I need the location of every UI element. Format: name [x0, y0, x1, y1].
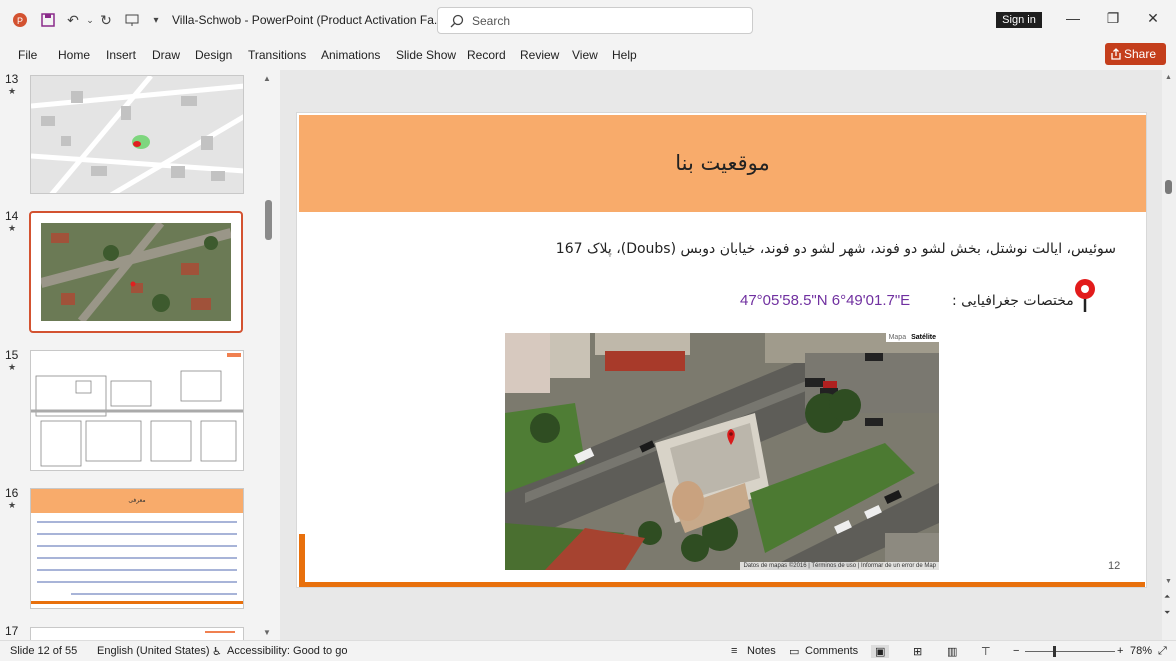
coordinates-value[interactable]: 47°05'58.5"N 6°49'01.7"E	[740, 292, 910, 309]
next-slide-icon[interactable]: ⏷	[1164, 608, 1170, 618]
tab-slide-show[interactable]: Slide Show	[396, 48, 456, 62]
search-placeholder: Search	[472, 14, 511, 28]
aerial-photo	[505, 333, 939, 570]
tab-help[interactable]: Help	[612, 48, 637, 62]
customize-toolbar-icon[interactable]: ▾	[146, 10, 166, 30]
slide-number: 17	[5, 624, 19, 638]
search-box[interactable]: Search	[437, 7, 753, 34]
share-button[interactable]: Share ▾	[1105, 43, 1166, 82]
slide-thumbnail-14-selected[interactable]	[29, 211, 243, 333]
slide-title-band: موقعیت بنا	[299, 115, 1146, 212]
text-lines-thumbnail	[31, 521, 243, 604]
tab-animations[interactable]: Animations	[321, 48, 380, 62]
zoom-slider-track[interactable]	[1025, 651, 1115, 652]
scroll-up-icon[interactable]: ▲	[263, 74, 271, 83]
scroll-up-icon[interactable]: ▲	[1165, 74, 1172, 81]
aerial-thumbnail-image	[39, 220, 233, 324]
accessibility-icon: ♿	[212, 646, 222, 658]
animation-star-icon: ★	[8, 223, 17, 233]
share-label: Share	[1124, 47, 1157, 61]
redo-icon[interactable]: ↻	[96, 10, 116, 30]
slide-counter: Slide 12 of 55	[10, 645, 78, 657]
zoom-in-icon[interactable]: +	[1117, 645, 1123, 657]
orange-bottom-line	[299, 582, 1145, 587]
slide-number-label: 12	[1108, 560, 1121, 572]
map-thumbnail-image	[31, 76, 243, 193]
map-tab-mapa[interactable]: Mapa	[889, 334, 907, 341]
window-title: Villa-Schwob - PowerPoint (Product Activ…	[172, 13, 444, 27]
slide-thumbnail-15[interactable]	[30, 350, 244, 471]
aerial-map-image[interactable]: Mapa Satélite Datos de mapas ©2016 | Tér…	[505, 333, 939, 570]
slide-thumbnail-16[interactable]: معرفی	[30, 488, 244, 609]
title-bar: P ↶ ⌄ ↻ ▾ Villa-Schwob - PowerPoint (Pro…	[0, 0, 1176, 40]
animation-star-icon: ★	[8, 362, 17, 372]
address-text[interactable]: سوئیس، ایالت نوشتل، بخش لشو دو فوند، شهر…	[556, 241, 1116, 257]
tab-review[interactable]: Review	[520, 48, 559, 62]
thumbnail-header: معرفی	[31, 489, 243, 513]
slide-number: 15	[5, 348, 19, 362]
tab-view[interactable]: View	[572, 48, 598, 62]
animation-star-icon: ★	[8, 500, 17, 510]
map-tab-satelite[interactable]: Satélite	[911, 334, 936, 341]
editor-scrollbar-thumb[interactable]	[1165, 180, 1172, 194]
slide-number: 16	[5, 486, 19, 500]
slide-thumbnails-panel: 13 ★ 14 ★ 15 ★ 16 ★ معرفی 17 ▲ ▼	[0, 70, 278, 640]
share-icon	[1111, 48, 1121, 60]
slideshow-view-icon[interactable]: ⊤	[981, 645, 991, 658]
map-type-toggle: Mapa Satélite	[885, 333, 939, 342]
zoom-slider-thumb[interactable]	[1053, 646, 1056, 657]
presenter-icon[interactable]	[122, 10, 142, 30]
previous-slide-icon[interactable]: ⏶	[1164, 592, 1170, 602]
close-icon[interactable]: ✕	[1143, 10, 1163, 30]
zoom-out-icon[interactable]: −	[1013, 645, 1019, 657]
ribbon-tabs: File Home Insert Draw Design Transitions…	[0, 40, 1176, 70]
search-icon	[450, 14, 464, 28]
comments-button[interactable]: Comments	[805, 645, 858, 657]
tab-transitions[interactable]: Transitions	[248, 48, 306, 62]
reading-view-icon[interactable]: ▥	[947, 645, 957, 658]
tab-draw[interactable]: Draw	[152, 48, 180, 62]
panel-scrollbar-thumb[interactable]	[265, 200, 272, 240]
map-attribution: Datos de mapas ©2016 | Términos de uso |…	[740, 562, 939, 570]
plan-thumbnail-image	[31, 351, 243, 470]
tab-insert[interactable]: Insert	[106, 48, 136, 62]
notes-button[interactable]: Notes	[747, 645, 776, 657]
tab-record[interactable]: Record	[467, 48, 506, 62]
powerpoint-logo-icon: P	[10, 10, 30, 30]
comments-icon: ▭	[789, 646, 800, 658]
svg-text:P: P	[17, 16, 23, 26]
coordinates-label[interactable]: : مختصات جغرافیایی	[952, 293, 1074, 309]
scroll-down-icon[interactable]: ▼	[1165, 578, 1172, 585]
slide-title[interactable]: موقعیت بنا	[299, 151, 1146, 175]
tab-home[interactable]: Home	[58, 48, 90, 62]
scroll-down-icon[interactable]: ▼	[263, 628, 271, 637]
fit-to-window-icon[interactable]: ⤢	[1158, 645, 1167, 658]
tab-file[interactable]: File	[18, 48, 37, 62]
slide-canvas[interactable]: موقعیت بنا سوئیس، ایالت نوشتل، بخش لشو د…	[296, 112, 1147, 588]
editor-scrollbar[interactable]: ▲ ▼ ⏶ ⏷	[1162, 70, 1176, 640]
accessibility-status[interactable]: Accessibility: Good to go	[227, 645, 347, 657]
slide-sorter-icon[interactable]: ⊞	[913, 645, 922, 658]
location-pin-icon	[1075, 279, 1095, 312]
restore-icon[interactable]: ❐	[1103, 10, 1123, 30]
orange-accent-bar	[299, 534, 305, 586]
slide-number: 14	[5, 209, 19, 223]
slide-number: 13	[5, 72, 19, 86]
minimize-icon[interactable]: —	[1063, 10, 1083, 30]
language-indicator[interactable]: English (United States)	[97, 645, 210, 657]
slide-thumbnail-17[interactable]	[30, 627, 244, 640]
tab-design[interactable]: Design	[195, 48, 232, 62]
animation-star-icon: ★	[8, 86, 17, 96]
sign-in-button[interactable]: Sign in	[996, 12, 1042, 28]
zoom-level[interactable]: 78%	[1130, 645, 1152, 657]
notes-icon: ≡	[731, 645, 738, 657]
normal-view-icon[interactable]: ▣	[871, 645, 890, 658]
status-bar: Slide 12 of 55 English (United States) ♿…	[0, 640, 1176, 661]
save-icon[interactable]	[38, 10, 58, 30]
slide-thumbnail-13[interactable]	[30, 75, 244, 194]
